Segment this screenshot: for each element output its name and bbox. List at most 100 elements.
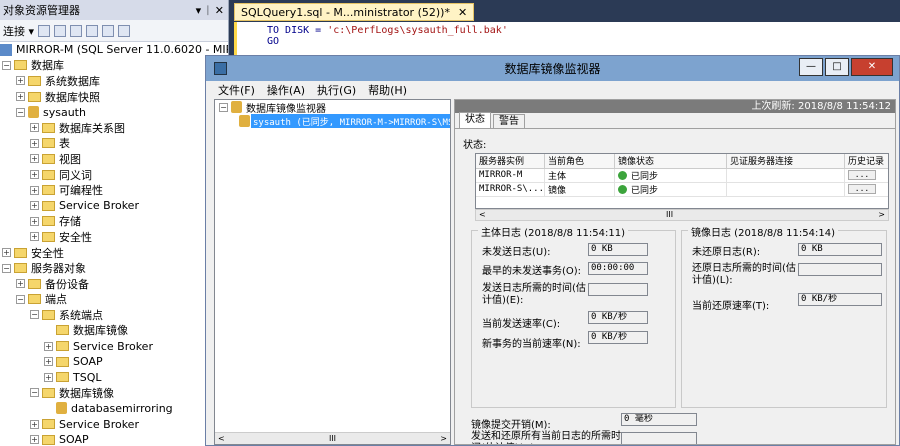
collapse-icon[interactable]: − [30,388,39,398]
tree-node-label: 存储 [59,215,81,229]
tree-node[interactable]: − 服务器对象 [0,260,228,276]
monitor-tree-root[interactable]: − 数据库镜像监视器 [215,100,450,115]
activity-monitor-icon[interactable] [118,24,131,37]
expand-icon[interactable]: + [44,372,53,382]
expand-icon[interactable]: + [16,92,25,102]
folder-icon [42,387,55,398]
tree-node[interactable]: + 数据库快照 [0,89,228,105]
expand-icon[interactable]: + [30,216,39,226]
collapse-icon[interactable]: − [30,310,39,320]
expand-icon[interactable]: + [2,248,11,258]
tree-node[interactable]: + 数据库关系图 [0,120,228,136]
scroll-right-icon[interactable]: > [878,210,885,219]
tree-node[interactable]: + 表 [0,136,228,152]
tree-node[interactable]: + SOAP [0,432,228,446]
horizontal-scrollbar[interactable]: < III > [215,432,450,444]
expand-icon[interactable]: + [30,154,39,164]
column-header[interactable]: 服务器实例 [476,154,546,169]
tree-node[interactable]: + SOAP [0,354,228,370]
principal-log-title: 主体日志 (2018/8/8 11:54:11) [478,224,628,239]
grid-horizontal-scrollbar[interactable]: < III > [475,209,889,221]
monitor-detail-panel: 上次刷新: 2018/8/8 11:54:12 状态 警告 状态: 服务器实例 … [454,99,896,445]
expand-icon[interactable]: + [44,341,53,351]
expand-icon[interactable]: + [30,170,39,180]
disconnect-icon[interactable] [54,24,67,37]
tree-server-node[interactable]: MIRROR-M (SQL Server 11.0.6020 - MIRROR [0,42,228,58]
expand-icon[interactable]: + [30,138,39,148]
menu-help[interactable]: 帮助(H) [368,82,407,98]
close-icon[interactable]: ✕ [458,6,467,19]
minimize-button[interactable]: — [799,58,823,76]
tree-node[interactable]: + 安全性 [0,245,228,261]
tree-node[interactable]: databasemirroring [0,401,228,417]
connect-icon[interactable] [38,24,51,37]
expand-icon[interactable]: + [30,201,39,211]
scroll-thumb[interactable]: III [666,210,673,219]
column-header[interactable]: 镜像状态 [614,154,728,169]
tree-node[interactable]: + 视图 [0,151,228,167]
tree-node[interactable]: + 安全性 [0,229,228,245]
scroll-thumb[interactable]: III [329,434,336,443]
column-header[interactable]: 当前角色 [544,154,616,169]
tree-node[interactable]: + 存储 [0,214,228,230]
tree-node[interactable]: + 备份设备 [0,276,228,292]
expand-icon[interactable]: + [30,232,39,242]
monitor-tree-db-item[interactable]: sysauth (已同步, MIRROR-M->MIRROR-S\MSSQL [215,114,450,128]
tree-node[interactable]: − 数据库镜像 [0,385,228,401]
collapse-icon[interactable]: − [16,294,25,304]
collapse-icon[interactable]: − [2,263,11,273]
status-grid[interactable]: 服务器实例 当前角色 镜像状态 见证服务器连接 历史记录 MIRROR-M 主体… [475,153,889,209]
tree-node[interactable]: − sysauth [0,104,228,120]
expand-icon[interactable]: + [30,435,39,445]
folder-icon [28,294,41,305]
monitor-icon [231,101,242,113]
scroll-left-icon[interactable]: < [479,210,486,219]
history-button[interactable]: ... [848,170,877,180]
filter-icon[interactable] [86,24,99,37]
maximize-button[interactable]: □ [825,58,849,76]
table-row[interactable]: MIRROR-S\... 镜像 已同步 ... [476,182,888,197]
expand-icon[interactable]: + [16,76,25,86]
tree-node[interactable]: + 可编程性 [0,182,228,198]
tab-warnings[interactable]: 警告 [493,114,525,128]
tree-node-label: 数据库快照 [45,90,100,104]
collapse-icon[interactable]: − [219,102,228,112]
scroll-right-icon[interactable]: > [440,434,447,443]
tree-node[interactable]: + Service Broker [0,338,228,354]
tree-node[interactable]: + TSQL [0,369,228,385]
history-button[interactable]: ... [848,184,877,194]
panel-pin-controls[interactable]: ▾ ᛁ ✕ [196,4,228,17]
refresh-icon[interactable] [102,24,115,37]
close-button[interactable]: ✕ [851,58,893,76]
tab-status[interactable]: 状态 [459,112,491,128]
collapse-icon[interactable]: − [2,60,11,70]
folder-icon [14,263,27,274]
expand-icon[interactable]: + [44,357,53,367]
expand-icon[interactable]: + [16,279,25,289]
tree-node[interactable]: + 系统数据库 [0,73,228,89]
expand-icon[interactable]: + [30,185,39,195]
app-icon [214,62,227,75]
stop-icon[interactable] [70,24,83,37]
expand-icon[interactable]: + [30,123,39,133]
query-tab[interactable]: SQLQuery1.sql - M...ministrator (52))* ✕ [234,3,475,21]
column-header[interactable]: 历史记录 [844,154,888,169]
scroll-left-icon[interactable]: < [218,434,225,443]
tree-node[interactable]: + Service Broker [0,416,228,432]
tree-node[interactable]: − 数据库 [0,58,228,74]
table-row[interactable]: MIRROR-M 主体 已同步 ... [476,168,888,183]
tree-node[interactable]: + Service Broker [0,198,228,214]
collapse-icon[interactable]: − [16,107,25,117]
menu-execute[interactable]: 执行(G) [317,82,356,98]
tree-node[interactable]: + 同义词 [0,167,228,183]
query-tab-label: SQLQuery1.sql - M...ministrator (52))* [241,5,450,19]
tree-node[interactable]: − 系统端点 [0,307,228,323]
menu-action[interactable]: 操作(A) [267,82,305,98]
column-header[interactable]: 见证服务器连接 [726,154,846,169]
menu-file[interactable]: 文件(F) [218,82,255,98]
connect-button[interactable]: 连接 ▾ [3,23,34,39]
tree-node[interactable]: 数据库镜像 [0,323,228,339]
expand-icon[interactable]: + [30,419,39,429]
tree-node[interactable]: − 端点 [0,292,228,308]
folder-icon [56,356,69,367]
